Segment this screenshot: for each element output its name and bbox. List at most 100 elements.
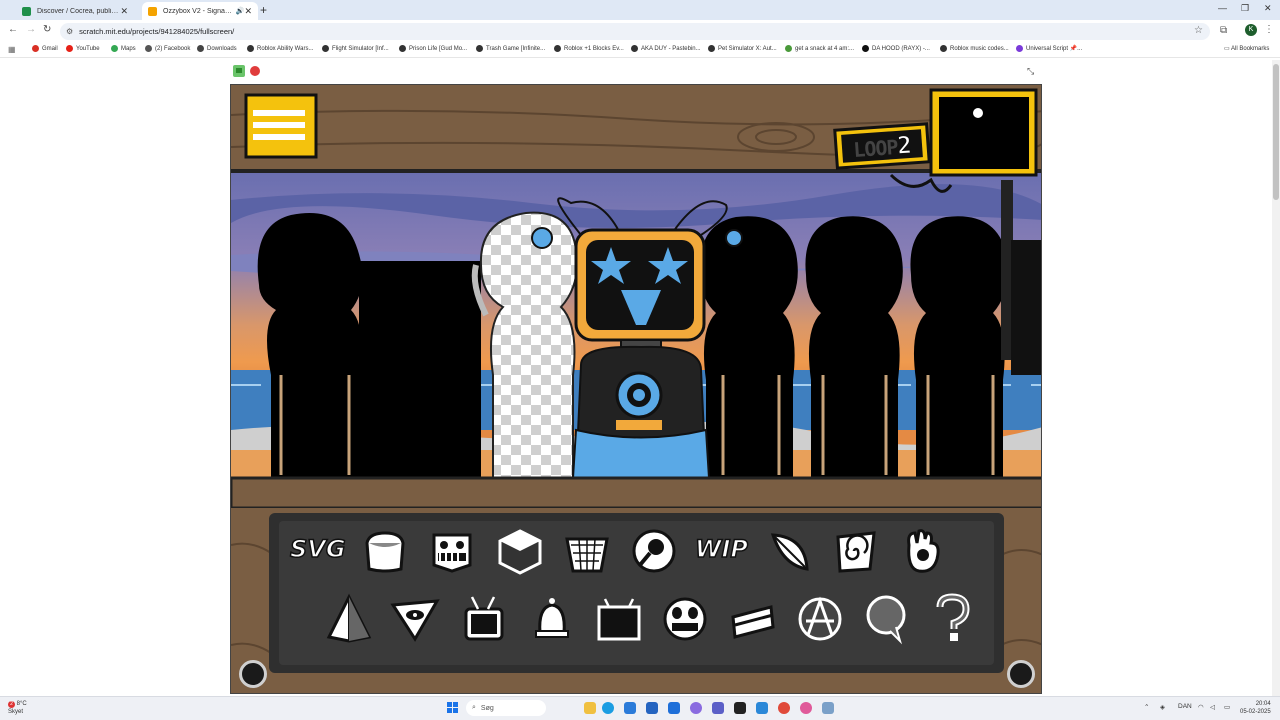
volume-icon[interactable]: ◁ [1210, 703, 1215, 711]
svg-sound-button[interactable]: SVG [286, 523, 348, 579]
teams-icon[interactable] [712, 702, 724, 714]
bookmark-item[interactable]: DA HOOD (RAYX) -... [862, 45, 930, 52]
loaf-sound-button[interactable] [354, 523, 416, 579]
bell-icon [535, 598, 569, 638]
bookmark-item[interactable]: Prison Life [Gud Mo... [399, 45, 467, 52]
exit-fullscreen-icon[interactable]: ⤡ [1027, 66, 1034, 77]
pyramid-sound-button[interactable] [318, 591, 380, 647]
tab-discover[interactable]: Discover / Cocrea, publish a Sc ✕ [16, 2, 134, 20]
calendar-icon[interactable] [756, 702, 768, 714]
chrome-active-icon[interactable] [800, 702, 812, 714]
restore-button[interactable]: ❐ [1241, 3, 1249, 14]
feather-sound-button[interactable] [758, 523, 820, 579]
cube-sound-button[interactable] [489, 523, 551, 579]
microphone-sound-button[interactable] [623, 523, 685, 579]
extensions-icon[interactable]: ⧉ [1220, 25, 1227, 36]
bookmark-label: Maps [121, 45, 136, 52]
question-mark-sound-button[interactable] [921, 591, 983, 647]
folder-icon: ▭ [1224, 46, 1230, 52]
bookmark-item[interactable]: Trash Game [Infinite... [476, 45, 545, 52]
bookmark-item[interactable]: Gmail [32, 45, 58, 52]
bookmark-label: DA HOOD (RAYX) -... [872, 45, 930, 52]
mail-icon[interactable] [646, 702, 658, 714]
tab-ozzybox[interactable]: Ozzybox V2 - Signal on Sc 🔊 ✕ [142, 2, 258, 20]
bookmark-item[interactable]: YouTube [66, 45, 100, 52]
grin-face-icon [432, 533, 472, 573]
grin-face-sound-button[interactable] [421, 523, 483, 579]
snipping-tool-icon[interactable] [822, 702, 834, 714]
wifi-icon[interactable]: ◠ [1198, 703, 1204, 711]
address-bar[interactable]: ⚙ scratch.mit.edu/projects/941284025/ful… [60, 23, 1210, 40]
profile-avatar[interactable]: K [1245, 24, 1257, 36]
taskbar-search[interactable]: ⌕ Søg [466, 700, 546, 716]
maps-icon [111, 45, 118, 52]
weather-widget[interactable]: 2 8°C Skyet [8, 700, 27, 716]
close-window-button[interactable]: ✕ [1264, 3, 1272, 14]
file-explorer-icon[interactable] [584, 702, 596, 714]
bookmark-item[interactable]: get a snack at 4 am:... [785, 45, 854, 52]
wip-sound-button[interactable]: WIP [691, 523, 753, 579]
eye-triangle-sound-button[interactable] [384, 591, 446, 647]
roblox-icon [247, 45, 254, 52]
bookmark-item[interactable]: Roblox Ability Wars... [247, 45, 313, 52]
dropbox-icon[interactable] [668, 702, 680, 714]
bookmark-item[interactable]: Pet Simulator X: Aut... [708, 45, 777, 52]
chrome-icon[interactable] [778, 702, 790, 714]
mask-face-sound-button[interactable] [654, 591, 716, 647]
edge-icon[interactable] [602, 702, 614, 714]
store-icon[interactable] [624, 702, 636, 714]
back-button[interactable]: ← [8, 24, 18, 35]
bookmark-label: Roblox +1 Blocks Ev... [564, 45, 624, 52]
basket-sound-button[interactable] [556, 523, 618, 579]
bookmark-item[interactable]: Roblox +1 Blocks Ev... [554, 45, 624, 52]
bookmark-item[interactable]: Flight Simulator [Inf... [322, 45, 389, 52]
bookmark-item[interactable]: Downloads [197, 45, 237, 52]
bell-sound-button[interactable] [521, 591, 583, 647]
bookmark-star-icon[interactable]: ☆ [1194, 25, 1203, 36]
scrollbar-thumb[interactable] [1273, 64, 1279, 200]
tv-box-sound-button[interactable] [588, 591, 650, 647]
site-info-icon[interactable]: ⚙ [66, 27, 73, 36]
speech-bubble-sound-button[interactable] [855, 591, 917, 647]
vpn-icon[interactable]: ◈ [1160, 703, 1165, 711]
bookmark-item[interactable]: Maps [111, 45, 136, 52]
windows-start-icon[interactable] [447, 702, 459, 714]
close-icon[interactable]: ✕ [120, 6, 128, 17]
tray-chevron-icon[interactable]: ⌃ [1144, 703, 1149, 711]
browser-menu-icon[interactable]: ⋮ [1264, 24, 1274, 35]
bookmark-item[interactable]: Universal Script 📌... [1016, 45, 1082, 52]
stop-button[interactable] [250, 66, 260, 76]
bookmark-item[interactable]: AKA DUY - Pastebin... [631, 45, 701, 52]
battery-icon[interactable]: ▭ [1224, 703, 1230, 711]
anarchy-sound-button[interactable] [789, 591, 851, 647]
close-icon[interactable]: ✕ [244, 6, 252, 17]
silhouette-1 [257, 213, 363, 478]
system-clock[interactable]: 20:04 05-02-2025 [1240, 700, 1271, 716]
browser-toolbar: ← → ↻ ⚙ scratch.mit.edu/projects/9412840… [0, 20, 1280, 42]
bookmark-item[interactable]: Roblox music codes... [940, 45, 1009, 52]
left-corner-button[interactable] [239, 660, 267, 688]
copilot-icon[interactable] [690, 702, 702, 714]
right-corner-button[interactable] [1007, 660, 1035, 688]
tv-sound-button[interactable] [453, 591, 515, 647]
eye-triangle-icon [390, 599, 440, 642]
feather-icon [770, 533, 809, 571]
all-bookmarks-button[interactable]: ▭ All Bookmarks [1224, 45, 1269, 52]
reload-button[interactable]: ↻ [43, 24, 51, 35]
green-flag-button[interactable] [233, 65, 245, 77]
glove-sound-button[interactable] [892, 523, 954, 579]
wip-label: WIP [694, 534, 749, 564]
bookmark-label: Downloads [207, 45, 237, 52]
language-indicator[interactable]: DAN [1178, 703, 1192, 710]
apps-grid-icon[interactable]: ▦ [8, 45, 16, 54]
forward-button[interactable]: → [26, 24, 36, 35]
new-tab-button[interactable]: + [260, 3, 267, 17]
scratch-stage[interactable]: LOOP2 SVG WIP [230, 84, 1042, 694]
amazon-icon[interactable] [734, 702, 746, 714]
swirl-card-sound-button[interactable] [825, 523, 887, 579]
audio-playing-icon[interactable]: 🔊 [236, 7, 245, 15]
cake-slice-sound-button[interactable] [722, 591, 784, 647]
bookmark-item[interactable]: (2) Facebook [145, 45, 190, 52]
minimize-button[interactable]: — [1218, 3, 1227, 13]
blue-dot [725, 229, 743, 247]
